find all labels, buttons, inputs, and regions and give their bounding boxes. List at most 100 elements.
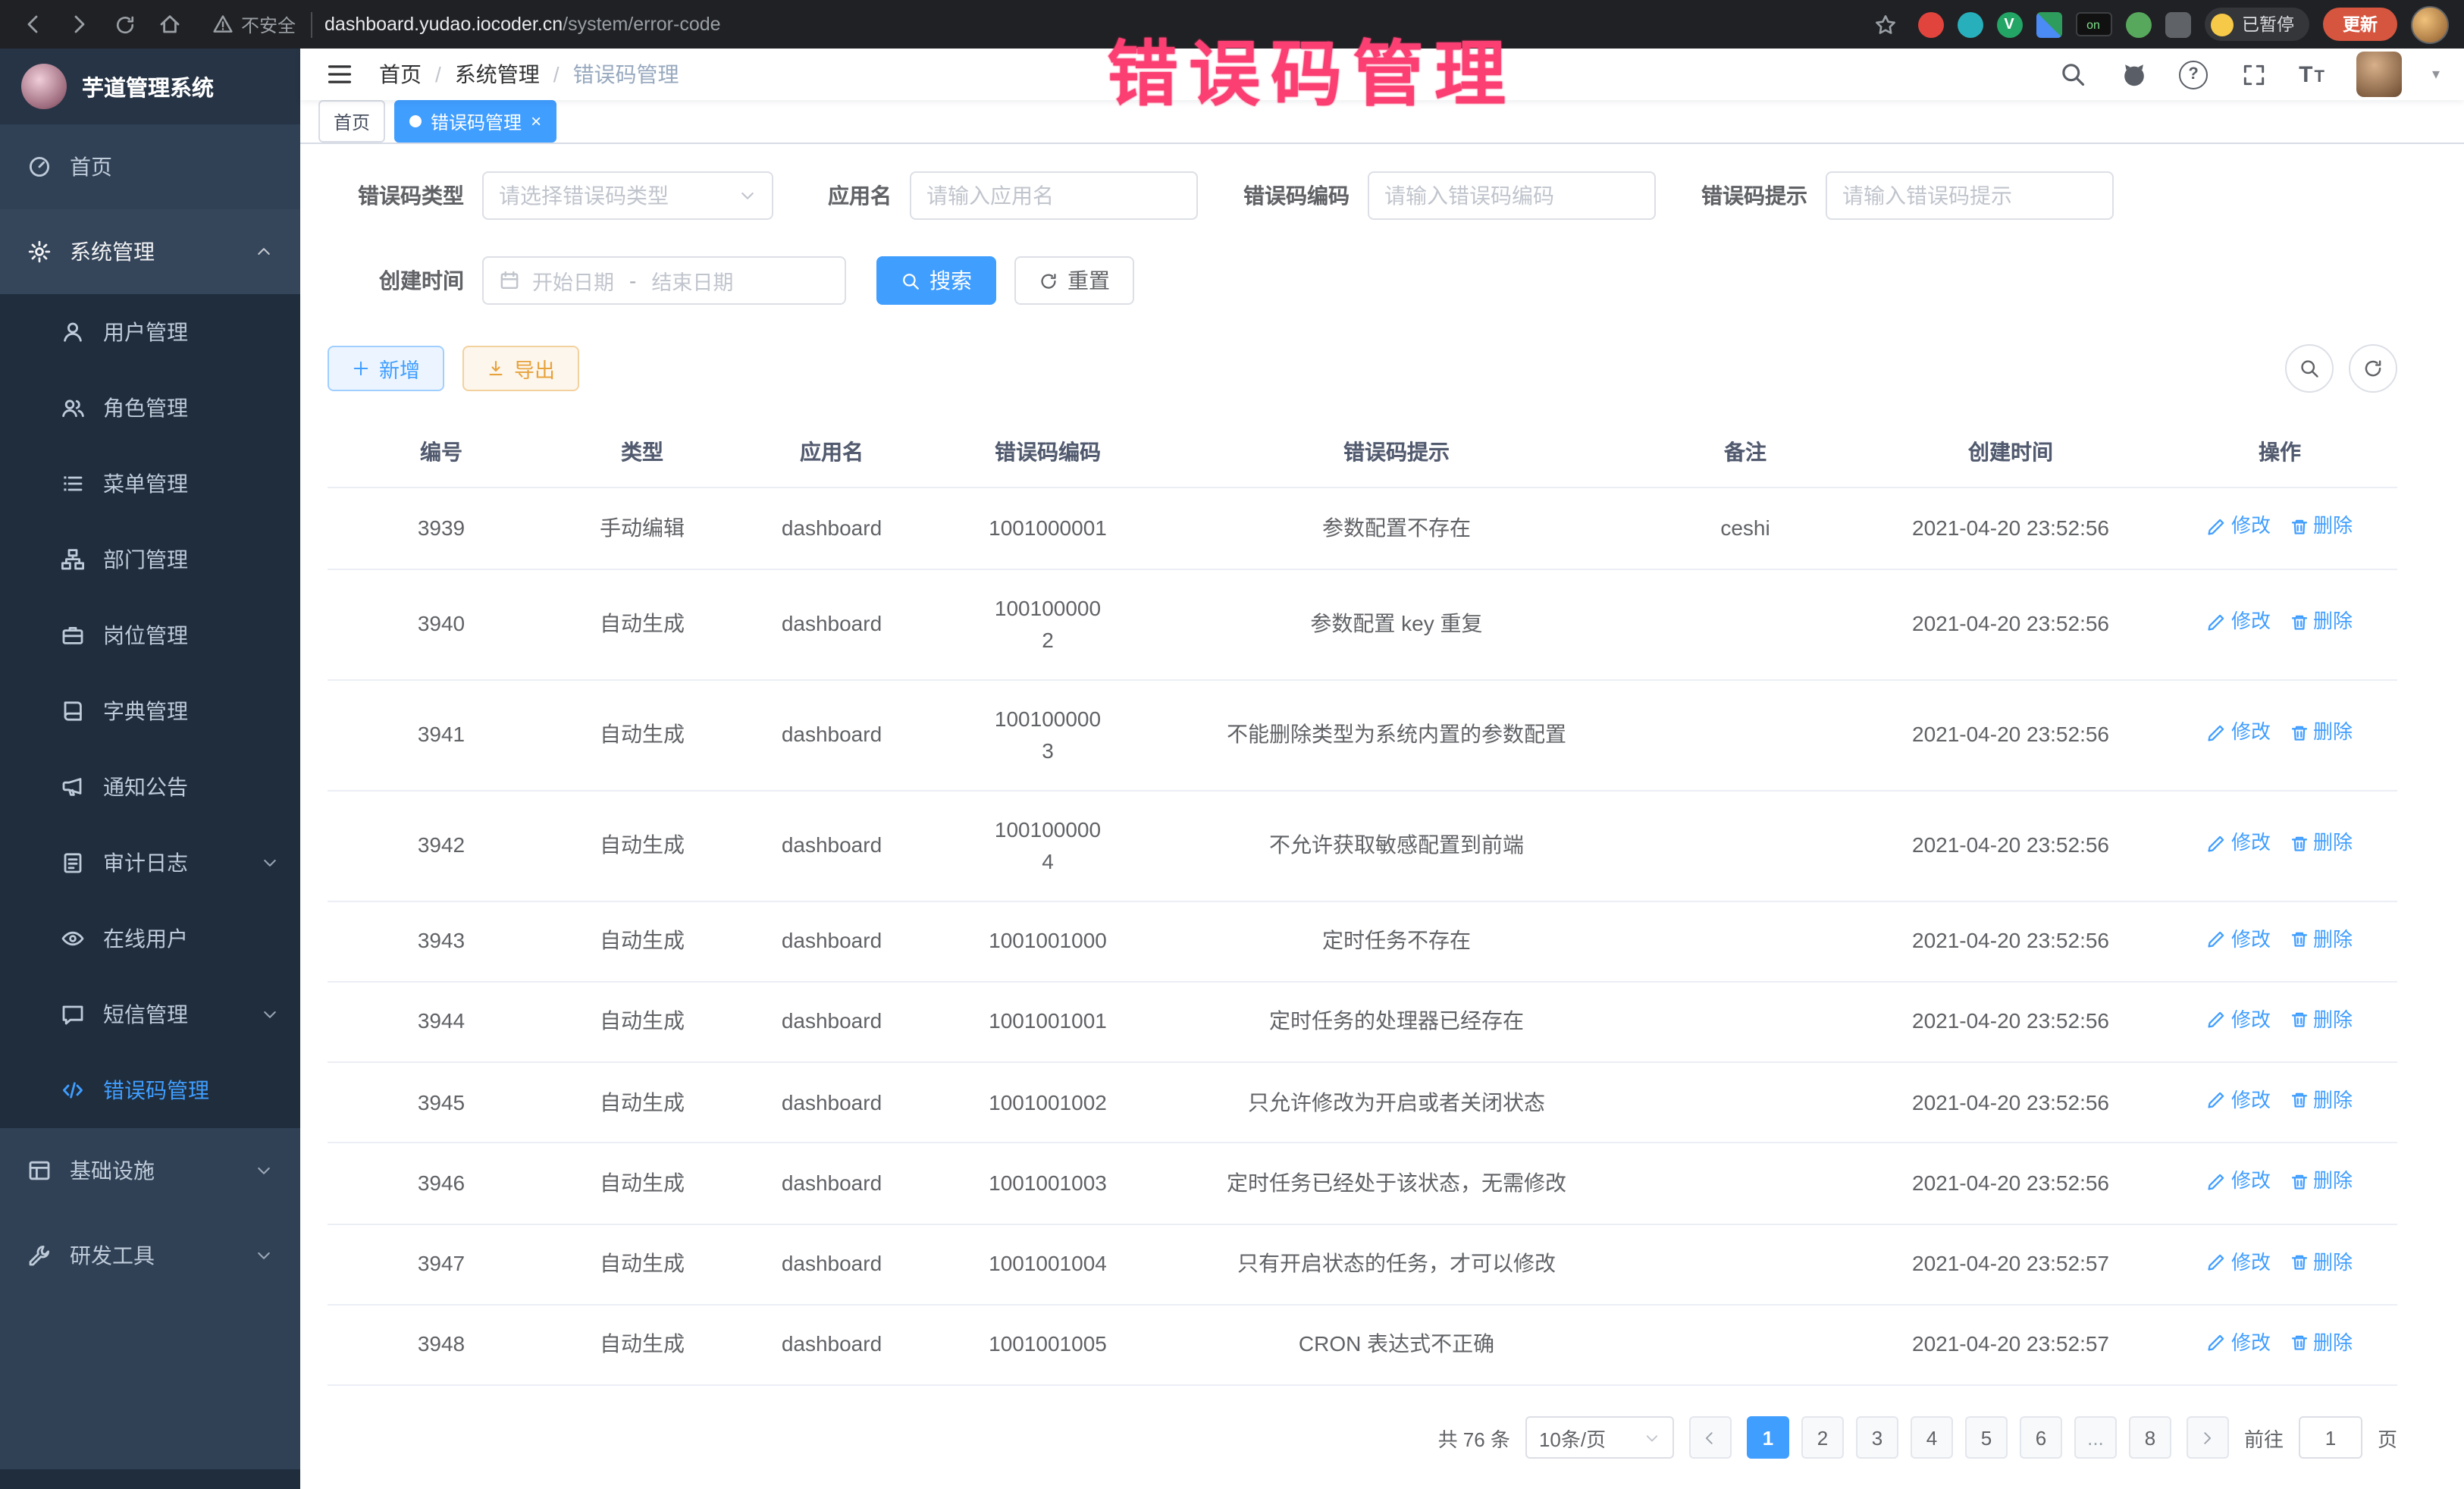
on-badge-extension-icon[interactable]: on [2075, 12, 2111, 36]
next-page-button[interactable] [2187, 1416, 2229, 1459]
sidebar-item-infrastructure[interactable]: 基础设施 [0, 1128, 300, 1213]
sidebar-item-label: 字典管理 [103, 696, 279, 726]
search-icon[interactable] [2058, 59, 2088, 89]
error-type-select[interactable]: 请选择错误码类型 [482, 172, 773, 221]
paused-badge[interactable]: 已暂停 [2204, 8, 2309, 41]
user-avatar[interactable] [2356, 52, 2402, 97]
picker-extension-icon[interactable] [1957, 11, 1983, 37]
reset-button[interactable]: 重置 [1014, 257, 1134, 306]
sidebar-item-label: 基础设施 [70, 1155, 237, 1186]
edit-link[interactable]: 修改 [2207, 512, 2271, 541]
sidebar-item-role-management[interactable]: 角色管理 [0, 370, 300, 446]
toggle-search-button[interactable] [2285, 345, 2334, 393]
edit-link[interactable]: 修改 [2207, 1167, 2271, 1196]
sidebar-item-sms-management[interactable]: 短信管理 [0, 976, 300, 1052]
cell-create-time: 2021-04-20 23:52:56 [1859, 982, 2162, 1063]
sidebar-item-notice[interactable]: 通知公告 [0, 749, 300, 825]
sidebar-item-error-code-management[interactable]: 错误码管理 [0, 1052, 300, 1128]
caret-down-icon[interactable]: ▾ [2432, 66, 2440, 83]
bookmark-star-icon[interactable] [1867, 6, 1904, 42]
green-v-extension-icon[interactable]: V [1996, 11, 2022, 37]
edit-link[interactable]: 修改 [2207, 829, 2271, 858]
browser-profile-avatar[interactable] [2411, 5, 2449, 43]
cell-remark [1632, 1305, 1859, 1386]
sidebar-item-online-users[interactable]: 在线用户 [0, 901, 300, 976]
delete-link[interactable]: 删除 [2289, 1005, 2353, 1035]
sidebar-item-dev-tools[interactable]: 研发工具 [0, 1213, 300, 1298]
flask-extension-icon[interactable] [2165, 11, 2190, 37]
leaf-extension-icon[interactable] [2125, 11, 2151, 37]
delete-link[interactable]: 删除 [2289, 1328, 2353, 1358]
update-button[interactable]: 更新 [2323, 8, 2397, 41]
cell-create-time: 2021-04-20 23:52:56 [1859, 488, 2162, 569]
sidebar-item-dept-management[interactable]: 部门管理 [0, 522, 300, 597]
goto-page-input[interactable] [2299, 1416, 2362, 1459]
tab-error-code-management[interactable]: 错误码管理 × [394, 101, 556, 143]
github-icon[interactable] [2118, 59, 2149, 89]
page-button[interactable]: 3 [1856, 1416, 1898, 1459]
search-button[interactable]: 搜索 [876, 257, 996, 306]
refresh-table-button[interactable] [2349, 345, 2397, 393]
delete-link[interactable]: 删除 [2289, 512, 2353, 541]
page-button[interactable]: 5 [1965, 1416, 2008, 1459]
sidebar-item-menu-management[interactable]: 菜单管理 [0, 446, 300, 522]
filter-code-label: 错误码编码 [1243, 181, 1350, 212]
sidebar-item-system[interactable]: 系统管理 [0, 209, 300, 294]
page-button[interactable]: 8 [2129, 1416, 2171, 1459]
sidebar-item-audit-log[interactable]: 审计日志 [0, 825, 300, 901]
page-button[interactable]: 2 [1801, 1416, 1844, 1459]
edit-link[interactable]: 修改 [2207, 607, 2271, 637]
prev-page-button[interactable] [1689, 1416, 1732, 1459]
edit-link[interactable]: 修改 [2207, 924, 2271, 954]
cell-actions: 修改删除 [2162, 790, 2397, 901]
column-header: 类型 [555, 418, 729, 488]
breadcrumb-item[interactable]: 系统管理 [455, 59, 540, 89]
cell-message: 只有开启状态的任务，才可以修改 [1161, 1224, 1632, 1305]
adblock-extension-icon[interactable] [1917, 11, 1943, 37]
delete-link[interactable]: 删除 [2289, 1167, 2353, 1196]
page-button[interactable]: 1 [1747, 1416, 1789, 1459]
error-msg-input[interactable] [1826, 172, 2114, 221]
export-button[interactable]: 导出 [462, 346, 579, 392]
close-icon[interactable]: × [531, 113, 541, 131]
reload-button[interactable] [106, 6, 143, 42]
page-button[interactable]: 6 [2020, 1416, 2062, 1459]
delete-link[interactable]: 删除 [2289, 1086, 2353, 1115]
edit-link[interactable]: 修改 [2207, 1005, 2271, 1035]
forward-button[interactable] [61, 6, 97, 42]
sidebar-item-home[interactable]: 首页 [0, 124, 300, 209]
delete-link[interactable]: 删除 [2289, 718, 2353, 748]
home-button[interactable] [152, 6, 188, 42]
edit-link[interactable]: 修改 [2207, 1328, 2271, 1358]
font-size-icon[interactable]: TT [2299, 61, 2326, 87]
sidebar-item-dict-management[interactable]: 字典管理 [0, 673, 300, 749]
apps-grid-extension-icon[interactable] [2036, 11, 2061, 37]
edit-link[interactable]: 修改 [2207, 1247, 2271, 1277]
cell-create-time: 2021-04-20 23:52:56 [1859, 790, 2162, 901]
tab-home[interactable]: 首页 [318, 101, 385, 143]
page-size-select[interactable]: 10条/页 [1525, 1416, 1674, 1459]
table-row: 3944自动生成dashboard1001001001定时任务的处理器已经存在2… [328, 982, 2397, 1063]
cell-message: CRON 表达式不正确 [1161, 1305, 1632, 1386]
delete-link[interactable]: 删除 [2289, 1247, 2353, 1277]
error-code-input[interactable] [1368, 172, 1656, 221]
sidebar-item-post-management[interactable]: 岗位管理 [0, 597, 300, 673]
edit-link[interactable]: 修改 [2207, 1086, 2271, 1115]
add-button[interactable]: 新增 [328, 346, 444, 392]
page-button[interactable]: 4 [1911, 1416, 1953, 1459]
cell-type: 自动生成 [555, 982, 729, 1063]
delete-link[interactable]: 删除 [2289, 924, 2353, 954]
delete-link[interactable]: 删除 [2289, 829, 2353, 858]
page-ellipsis[interactable]: ... [2074, 1416, 2117, 1459]
edit-link[interactable]: 修改 [2207, 718, 2271, 748]
sidebar-item-user-management[interactable]: 用户管理 [0, 294, 300, 370]
delete-link[interactable]: 删除 [2289, 607, 2353, 637]
date-range-picker[interactable]: 开始日期 - 结束日期 [482, 257, 846, 306]
help-icon[interactable]: ? [2179, 60, 2208, 89]
address-bar[interactable]: 不安全 dashboard.yudao.iocoder.cn/system/er… [212, 11, 1843, 37]
fullscreen-icon[interactable] [2238, 59, 2268, 89]
hamburger-icon[interactable] [324, 59, 355, 89]
breadcrumb-item[interactable]: 首页 [379, 59, 422, 89]
back-button[interactable] [15, 6, 52, 42]
app-name-input[interactable] [910, 172, 1198, 221]
